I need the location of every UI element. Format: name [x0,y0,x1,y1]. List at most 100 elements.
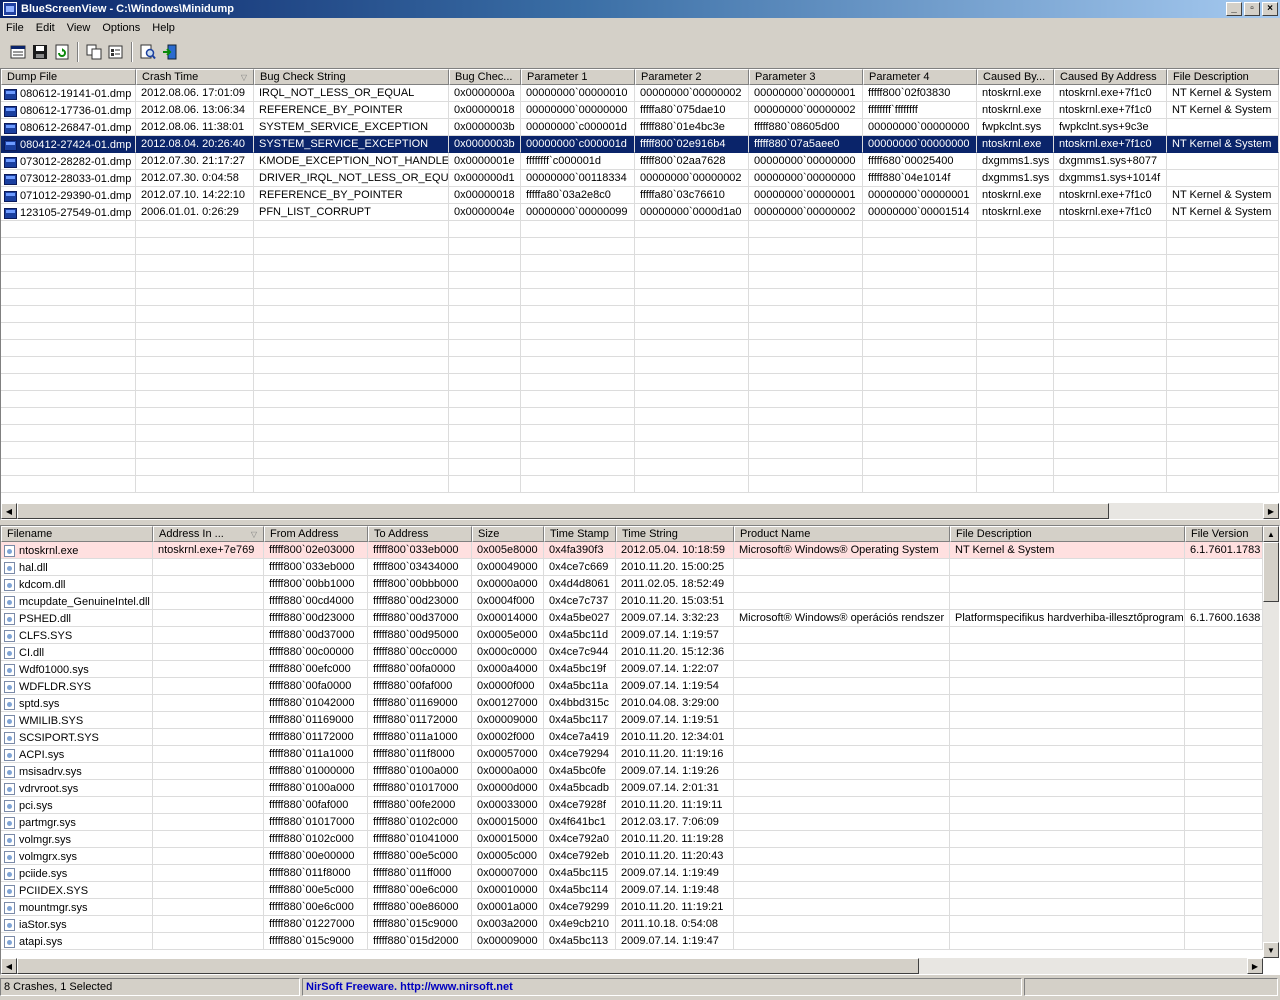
minimize-button[interactable]: _ [1226,2,1242,16]
properties-icon[interactable] [106,42,126,62]
table-row[interactable]: mcupdate_GenuineIntel.dll fffff880`00cd40… [1,593,1263,610]
table-row[interactable]: WMILIB.SYS fffff880`01169000 fffff880`0117… [1,712,1263,729]
driver-list-vscrollbar[interactable]: ▲ ▼ [1263,526,1279,958]
crash-list-hscrollbar[interactable]: ◀ ▶ [1,503,1279,519]
table-row[interactable]: 123105-27549-01.dmp 2006.01.01. 0:26:29 PF… [1,204,1279,221]
column-header[interactable]: Dump File [1,69,136,85]
table-cell [1185,695,1263,712]
column-header[interactable]: Crash Time ▽ [136,69,254,85]
table-row[interactable]: msisadrv.sys fffff880`01000000 fffff880`01… [1,763,1263,780]
table-row[interactable]: PSHED.dll fffff880`00d23000 fffff880`00d37… [1,610,1263,627]
table-cell: 0x4ce7c669 [544,559,616,576]
column-header[interactable]: Bug Chec... [449,69,521,85]
table-row[interactable]: 080412-27424-01.dmp 2012.08.04. 20:26:40 S… [1,136,1279,153]
table-cell: fffff880`00e5c000 [368,848,472,865]
menu-view[interactable]: View [61,22,97,34]
column-header[interactable]: Parameter 4 [863,69,977,85]
column-header[interactable]: File Version [1185,526,1263,542]
table-row[interactable]: sptd.sys fffff880`01042000 fffff880`011690… [1,695,1263,712]
column-header[interactable]: File Description [950,526,1185,542]
column-header[interactable]: Parameter 2 [635,69,749,85]
table-row[interactable]: mountmgr.sys fffff880`00e6c000 fffff880`00… [1,899,1263,916]
column-header[interactable]: Size [472,526,544,542]
driver-list-scroll-thumb[interactable] [17,958,919,974]
table-row[interactable]: volmgrx.sys fffff880`00e00000 fffff880`00e… [1,848,1263,865]
table-row[interactable]: partmgr.sys fffff880`01017000 fffff880`010… [1,814,1263,831]
column-header[interactable]: Caused By... [977,69,1054,85]
column-header[interactable]: Time String [616,526,734,542]
table-row[interactable]: PCIIDEX.SYS fffff880`00e5c000 fffff880`00e… [1,882,1263,899]
properties-list-icon[interactable] [8,42,28,62]
table-row[interactable]: 073012-28033-01.dmp 2012.07.30. 0:04:58 DR… [1,170,1279,187]
restore-button[interactable]: ▫ [1244,2,1260,16]
column-header[interactable]: To Address [368,526,472,542]
table-row[interactable]: 080612-17736-01.dmp 2012.08.06. 13:06:34 R… [1,102,1279,119]
scroll-right-icon[interactable]: ▶ [1247,958,1263,974]
driver-list-vscroll-thumb[interactable] [1263,542,1279,602]
nirsoft-link[interactable]: NirSoft Freeware. http://www.nirsoft.net [306,981,513,993]
scroll-up-icon[interactable]: ▲ [1263,526,1279,542]
table-row[interactable]: vdrvroot.sys fffff880`0100a000 fffff880`01… [1,780,1263,797]
column-header[interactable]: Parameter 1 [521,69,635,85]
table-cell: fffff880`0102c000 [368,814,472,831]
table-cell: ntoskrnl.exe+7f1c0 [1054,136,1167,153]
table-cell: 0x00007000 [472,865,544,882]
table-cell [153,593,264,610]
column-header[interactable]: Bug Check String [254,69,449,85]
column-header[interactable]: File Description [1167,69,1279,85]
save-icon[interactable] [30,42,50,62]
close-button[interactable]: × [1262,2,1278,16]
crash-list[interactable]: Dump File Crash Time ▽ Bug Check String Bug … [0,68,1280,520]
table-row[interactable]: 080612-19141-01.dmp 2012.08.06. 17:01:09 I… [1,85,1279,102]
table-row[interactable]: pciide.sys fffff880`011f8000 fffff880`011f… [1,865,1263,882]
table-row[interactable]: CI.dll fffff880`00c00000 fffff880`00cc0000… [1,644,1263,661]
table-row[interactable]: 080612-26847-01.dmp 2012.08.06. 11:38:01 S… [1,119,1279,136]
table-row[interactable]: kdcom.dll fffff800`00bb1000 fffff800`00bbb… [1,576,1263,593]
scroll-left-icon[interactable]: ◀ [1,958,17,974]
table-row[interactable]: hal.dll fffff800`033eb000 fffff800`0343400… [1,559,1263,576]
scroll-right-icon[interactable]: ▶ [1263,503,1279,519]
driver-list-hscrollbar[interactable]: ◀ ▶ [1,958,1263,974]
table-cell: NT Kernel & System [1167,204,1279,221]
refresh-icon[interactable] [52,42,72,62]
scroll-left-icon[interactable]: ◀ [1,503,17,519]
table-row[interactable]: pci.sys fffff880`00faf000 fffff880`00fe200… [1,797,1263,814]
table-row[interactable]: Wdf01000.sys fffff880`00efc000 fffff880`00… [1,661,1263,678]
table-row[interactable]: atapi.sys fffff880`015c9000 fffff880`015d2… [1,933,1263,950]
column-header[interactable]: Time Stamp [544,526,616,542]
menu-edit[interactable]: Edit [30,22,61,34]
table-cell: 0x4ce79294 [544,746,616,763]
table-cell: NT Kernel & System [1167,85,1279,102]
table-cell: 2009.07.14. 1:19:54 [616,678,734,695]
table-row[interactable]: WDFLDR.SYS fffff880`00fa0000 fffff880`00fa… [1,678,1263,695]
column-header[interactable]: Product Name [734,526,950,542]
column-header[interactable]: Address In ... ▽ [153,526,264,542]
cell-text: vdrvroot.sys [19,783,79,795]
column-header[interactable]: Caused By Address [1054,69,1167,85]
crash-list-scroll-thumb[interactable] [17,503,1109,519]
menu-help[interactable]: Help [146,22,181,34]
table-row[interactable]: volmgr.sys fffff880`0102c000 fffff880`0104… [1,831,1263,848]
table-row[interactable]: iaStor.sys fffff880`01227000 fffff880`015c… [1,916,1263,933]
driver-list[interactable]: Filename Address In ... ▽ From Address To Ad… [0,525,1280,975]
menu-options[interactable]: Options [96,22,146,34]
table-row[interactable]: 071012-29390-01.dmp 2012.07.10. 14:22:10 R… [1,187,1279,204]
table-cell: 2011.10.18. 0:54:08 [616,916,734,933]
menu-file[interactable]: File [0,22,30,34]
title-bar[interactable]: BlueScreenView - C:\Windows\Minidump _ ▫… [0,0,1280,18]
table-row[interactable]: ACPI.sys fffff880`011a1000 fffff880`011f80… [1,746,1263,763]
column-header[interactable]: Parameter 3 [749,69,863,85]
table-row[interactable]: CLFS.SYS fffff880`00d37000 fffff880`00d950… [1,627,1263,644]
copy-icon[interactable] [84,42,104,62]
find-icon[interactable] [138,42,158,62]
dump-file-icon [4,122,17,134]
column-header[interactable]: Filename [1,526,153,542]
table-cell: fffff880`00d37000 [264,627,368,644]
exit-icon[interactable] [160,42,180,62]
scroll-down-icon[interactable]: ▼ [1263,942,1279,958]
column-header[interactable]: From Address [264,526,368,542]
table-row[interactable]: SCSIPORT.SYS fffff880`01172000 fffff880`01… [1,729,1263,746]
table-row[interactable]: ntoskrnl.exe ntoskrnl.exe+7e769 fffff800`0… [1,542,1263,559]
table-row[interactable]: 073012-28282-01.dmp 2012.07.30. 21:17:27 K… [1,153,1279,170]
table-cell [153,865,264,882]
